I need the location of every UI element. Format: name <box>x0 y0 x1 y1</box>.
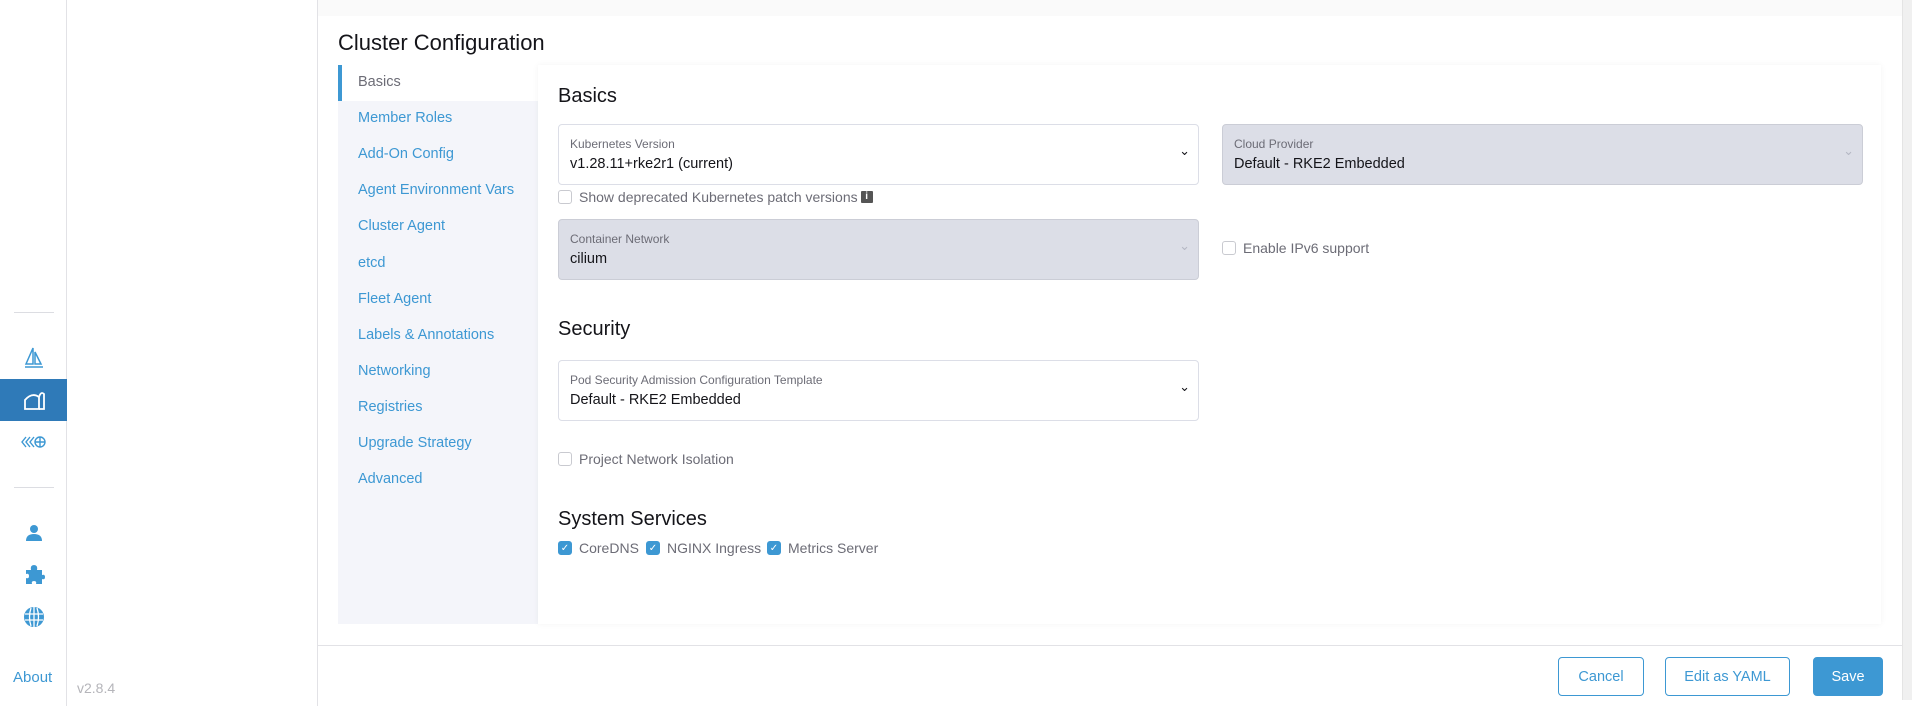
tab-fleet-agent[interactable]: Fleet Agent <box>358 291 431 307</box>
checkbox-label: Show deprecated Kubernetes patch version… <box>579 189 858 205</box>
tab-list: Basics Member Roles Add-On Config Agent … <box>338 65 538 624</box>
metrics-server-checkbox[interactable]: ✓ Metrics Server <box>767 540 878 556</box>
tab-networking[interactable]: Networking <box>358 363 431 379</box>
nginx-ingress-checkbox[interactable]: ✓ NGINX Ingress <box>646 540 761 556</box>
field-value: Default - RKE2 Embedded <box>1234 156 1405 172</box>
coredns-checkbox[interactable]: ✓ CoreDNS <box>558 540 639 556</box>
tab-upgrade-strategy[interactable]: Upgrade Strategy <box>358 435 472 451</box>
info-icon[interactable]: i <box>860 191 873 203</box>
checkbox-box[interactable] <box>1222 241 1236 255</box>
checkbox-label: Metrics Server <box>788 540 879 556</box>
chevron-down-icon: ⌄ <box>1843 143 1854 158</box>
field-label: Pod Security Admission Configuration Tem… <box>570 373 823 387</box>
project-network-isolation-checkbox[interactable]: Project Network Isolation <box>558 451 734 467</box>
edit-as-yaml-button[interactable]: Edit as YAML <box>1665 657 1790 696</box>
tab-basics[interactable]: Basics <box>358 74 401 90</box>
psa-template-select[interactable]: Pod Security Admission Configuration Tem… <box>558 360 1199 421</box>
check-icon[interactable]: ✓ <box>646 541 660 555</box>
chevron-down-icon: ⌄ <box>1179 379 1190 394</box>
kubernetes-version-select[interactable]: Kubernetes Version v1.28.11+rke2r1 (curr… <box>558 124 1199 185</box>
top-band <box>318 0 1902 16</box>
field-value: cilium <box>570 251 608 267</box>
cancel-button[interactable]: Cancel <box>1558 657 1644 696</box>
field-label: Container Network <box>570 232 670 246</box>
icon-rail: About <box>0 0 67 706</box>
system-services-heading: System Services <box>558 508 707 530</box>
checkbox-label: Enable IPv6 support <box>1243 240 1370 256</box>
tab-member-roles[interactable]: Member Roles <box>358 110 452 126</box>
footer-divider <box>318 645 1902 646</box>
show-deprecated-checkbox[interactable]: Show deprecated Kubernetes patch version… <box>558 189 873 205</box>
checkbox-label: Project Network Isolation <box>579 451 734 467</box>
tab-advanced[interactable]: Advanced <box>358 471 423 487</box>
tab-agent-env-vars[interactable]: Agent Environment Vars <box>358 182 514 198</box>
check-icon[interactable]: ✓ <box>558 541 572 555</box>
page-title: Cluster Configuration <box>338 30 545 55</box>
check-icon[interactable]: ✓ <box>767 541 781 555</box>
field-value: Default - RKE2 Embedded <box>570 392 741 408</box>
continuous-delivery-icon[interactable] <box>0 421 67 463</box>
globe-icon[interactable] <box>0 596 67 638</box>
field-value: v1.28.11+rke2r1 (current) <box>570 156 733 172</box>
secondary-nav-panel: v2.8.4 <box>67 0 318 706</box>
tab-labels-annotations[interactable]: Labels & Annotations <box>358 327 494 343</box>
extensions-puzzle-icon[interactable] <box>0 554 67 596</box>
tab-cluster-agent[interactable]: Cluster Agent <box>358 218 445 234</box>
cluster-management-icon[interactable] <box>0 379 67 421</box>
basics-heading: Basics <box>558 85 617 107</box>
divider <box>14 312 54 313</box>
divider <box>14 487 54 488</box>
fleet-icon[interactable] <box>0 337 67 379</box>
chevron-down-icon: ⌄ <box>1179 238 1190 253</box>
checkbox-label: NGINX Ingress <box>667 540 762 556</box>
field-label: Cloud Provider <box>1234 137 1314 151</box>
field-label: Kubernetes Version <box>570 137 675 151</box>
scrollbar[interactable] <box>1902 0 1912 700</box>
tab-registries[interactable]: Registries <box>358 399 422 415</box>
save-button[interactable]: Save <box>1813 657 1883 696</box>
basics-panel: Basics Kubernetes Version v1.28.11+rke2r… <box>538 65 1881 624</box>
version-label: v2.8.4 <box>77 680 116 696</box>
checkbox-box[interactable] <box>558 452 572 466</box>
container-network-select: Container Network cilium ⌄ <box>558 219 1199 280</box>
cloud-provider-select: Cloud Provider Default - RKE2 Embedded ⌄ <box>1222 124 1863 185</box>
enable-ipv6-checkbox[interactable]: Enable IPv6 support <box>1222 240 1369 256</box>
about-link[interactable]: About <box>13 669 52 686</box>
checkbox-box[interactable] <box>558 190 572 204</box>
user-icon[interactable] <box>0 512 67 554</box>
tab-etcd[interactable]: etcd <box>358 255 385 271</box>
security-heading: Security <box>558 318 631 340</box>
checkbox-label: CoreDNS <box>579 540 639 556</box>
chevron-down-icon: ⌄ <box>1179 143 1190 158</box>
tab-add-on-config[interactable]: Add-On Config <box>358 146 454 162</box>
